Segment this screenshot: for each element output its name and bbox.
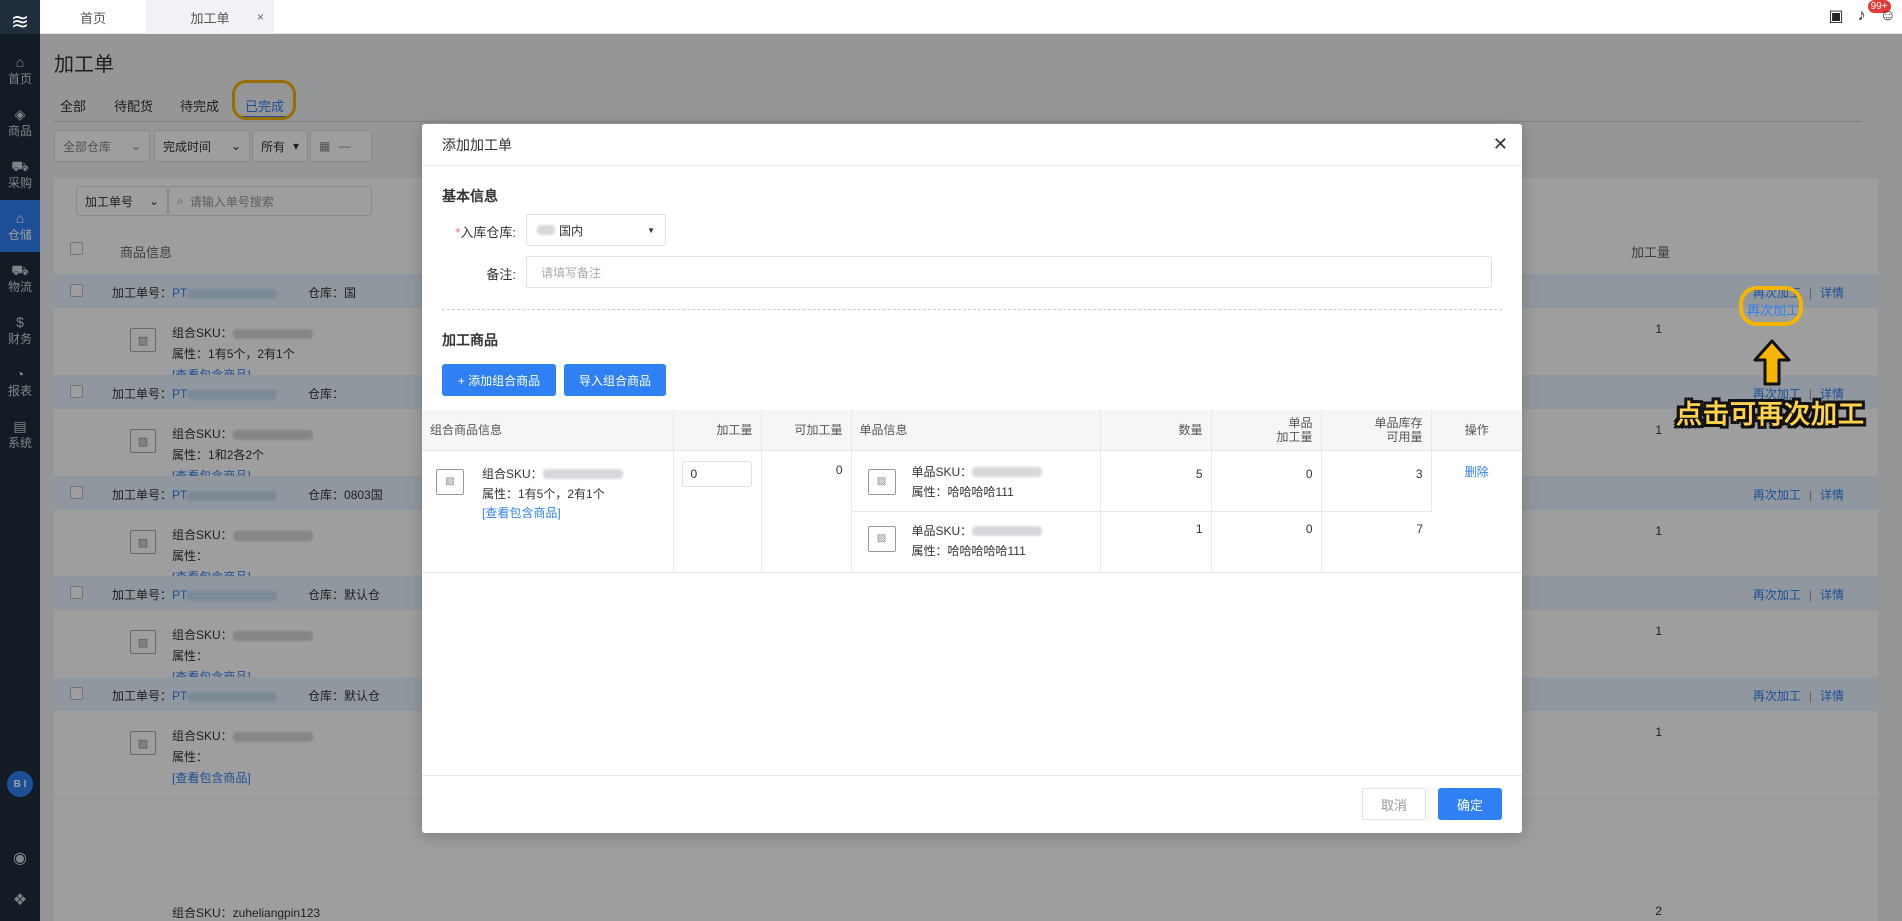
top-icons: ▣ ♪ 99+ ☺ <box>1829 0 1896 26</box>
import-combo-goods-button[interactable]: 导入组合商品 <box>564 364 666 396</box>
bell-icon[interactable]: ♪ 99+ <box>1858 0 1891 25</box>
goods-table: 组合商品信息 加工量 可加工量 单品信息 数量 单品 加工量 单品库存 可用量 操作… <box>422 410 1522 573</box>
warehouse-select[interactable]: 国内 ▼ <box>526 214 666 246</box>
available-qty: 0 <box>761 450 852 573</box>
th-ops: 操作 <box>1431 410 1522 451</box>
th-combo: 组合商品信息 <box>422 410 674 451</box>
close-icon[interactable]: ✕ <box>1493 134 1508 155</box>
view-goods-link[interactable]: [查看包含商品] <box>482 504 561 521</box>
single-sku: 单品SKU： <box>912 463 1043 480</box>
tab-home[interactable]: 首页 <box>40 0 146 34</box>
tab-label: 加工单 <box>190 10 230 26</box>
th-single-process: 单品 加工量 <box>1211 410 1322 451</box>
combo-sku-label: 组合SKU： <box>482 466 543 481</box>
th-stock-1: 单品库存 <box>1374 415 1423 430</box>
th-single-process-1: 单品 <box>1288 415 1313 430</box>
combo-sku: 组合SKU： <box>482 465 623 482</box>
th-stock-2: 可用量 <box>1386 429 1423 444</box>
annotation-text: 点击可再次加工 <box>1676 394 1865 431</box>
caret-down-icon: ▼ <box>647 226 655 235</box>
single-stock: 3 <box>1321 450 1432 512</box>
single-info: ▨ 单品SKU： 属性：哈哈哈哈哈111 <box>851 511 1101 573</box>
blurred-text <box>542 469 623 480</box>
combo-cell: ▨ 组合SKU： 属性：1有5个，2有1个 [查看包含商品] <box>422 450 674 573</box>
single-count: 5 <box>1100 450 1212 512</box>
single-info: ▨ 单品SKU： 属性：哈哈哈哈111 <box>851 450 1101 512</box>
single-sku-label: 单品SKU： <box>911 464 973 479</box>
image-placeholder-icon: ▨ <box>436 468 464 495</box>
th-single: 单品信息 <box>851 410 1101 451</box>
single-stock: 7 <box>1321 511 1431 573</box>
add-combo-goods-button[interactable]: + 添加组合商品 <box>442 364 556 396</box>
table-row: ▨ 组合SKU： 属性：1有5个，2有1个 [查看包含商品] 0 0 ▨ 单品S… <box>422 450 1522 573</box>
tab-processing-order[interactable]: 加工单 × <box>146 0 274 34</box>
th-stock: 单品库存 可用量 <box>1321 410 1432 451</box>
top-bar: 首页 加工单 × ▣ ♪ 99+ ☺ <box>40 0 1902 34</box>
modal-title: 添加加工单 <box>442 136 512 153</box>
th-available: 可加工量 <box>761 410 852 451</box>
blurred-text <box>972 467 1043 478</box>
process-qty-cell: 0 <box>673 450 762 573</box>
note-input[interactable]: 请填写备注 <box>526 256 1492 288</box>
single-attr: 属性：哈哈哈哈111 <box>911 484 1014 499</box>
note-label: 备注: <box>486 267 516 282</box>
confirm-button[interactable]: 确定 <box>1438 788 1502 820</box>
blurred-text <box>537 225 555 235</box>
single-process: 0 <box>1211 511 1322 573</box>
tab-close-icon[interactable]: × <box>257 10 264 24</box>
warehouse-label: *入库仓库: <box>455 225 516 240</box>
divider <box>442 309 1502 310</box>
basic-info-title: 基本信息 <box>442 188 498 204</box>
image-placeholder-icon: ▨ <box>867 468 896 495</box>
single-process: 0 <box>1211 450 1322 512</box>
modal-footer: 取消 确定 <box>422 775 1522 833</box>
process-qty-input[interactable]: 0 <box>681 460 752 487</box>
annotation-ring <box>1739 286 1803 326</box>
single-sku-label: 单品SKU： <box>911 523 973 538</box>
combo-attr: 属性：1有5个，2有1个 <box>482 486 605 501</box>
warehouse-label-text: 入库仓库: <box>460 225 516 240</box>
annotation-label: 点击可再次加工 <box>1676 399 1866 429</box>
th-single-process-2: 加工量 <box>1276 429 1313 444</box>
user-icon[interactable]: ☺ <box>1880 7 1896 25</box>
th-process-qty: 加工量 <box>673 410 762 451</box>
task-icon[interactable]: ▣ <box>1829 6 1844 26</box>
delete-link[interactable]: 删除 <box>1431 450 1522 573</box>
up-arrow-icon <box>1753 339 1791 386</box>
th-count: 数量 <box>1100 410 1212 451</box>
single-attr: 属性：哈哈哈哈哈111 <box>911 543 1026 558</box>
blurred-text <box>972 526 1043 537</box>
cancel-button[interactable]: 取消 <box>1362 788 1426 820</box>
single-count: 1 <box>1100 511 1212 573</box>
image-placeholder-icon: ▨ <box>867 525 896 552</box>
add-processing-order-modal: 添加加工单 ✕ 基本信息 *入库仓库: 国内 ▼ 备注: 请填写备注 加工商品 … <box>422 124 1522 833</box>
goods-title: 加工商品 <box>442 332 498 348</box>
warehouse-select-value: 国内 <box>559 223 584 238</box>
modal-header: 添加加工单 ✕ <box>422 124 1522 166</box>
goods-table-header: 组合商品信息 加工量 可加工量 单品信息 数量 单品 加工量 单品库存 可用量 操作 <box>422 410 1522 451</box>
single-sku: 单品SKU： <box>912 522 1043 539</box>
